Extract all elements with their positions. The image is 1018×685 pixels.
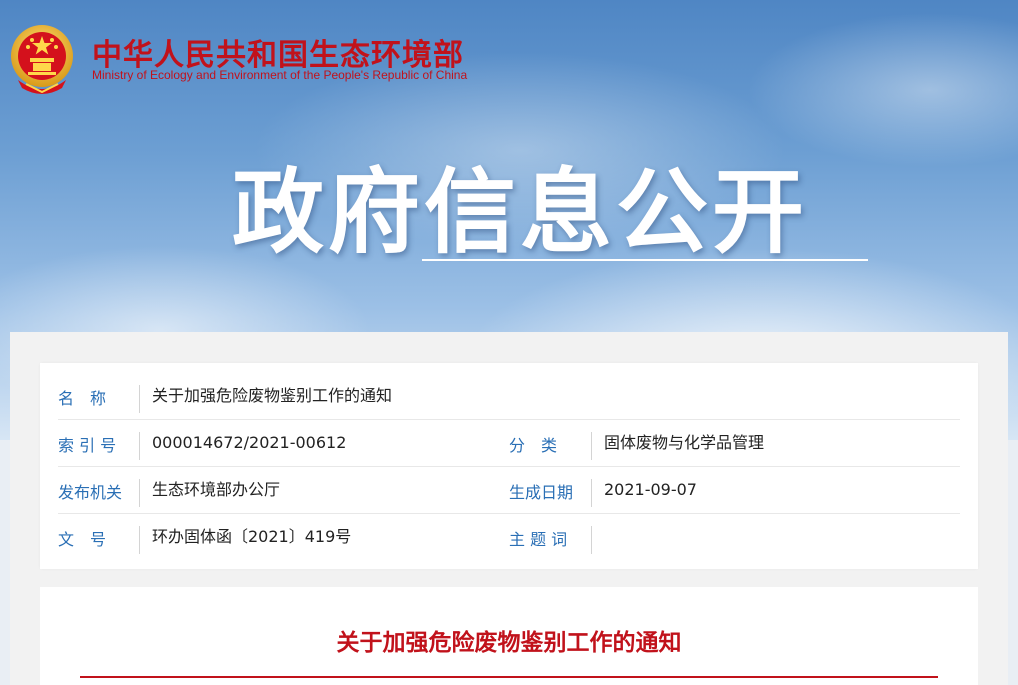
index-value: 000014672/2021-00612 bbox=[152, 433, 347, 452]
doc-number-value: 环办固体函〔2021〕419号 bbox=[152, 527, 352, 546]
article-card: 关于加强危险废物鉴别工作的通知 bbox=[40, 587, 978, 685]
metadata-row-docno: 文 号 环办固体函〔2021〕419号 主 题 词 bbox=[58, 514, 960, 560]
divider bbox=[591, 432, 592, 460]
index-label: 索 引 号 bbox=[58, 436, 117, 455]
category-value: 固体废物与化学品管理 bbox=[604, 433, 765, 452]
keywords-label: 主 题 词 bbox=[509, 530, 568, 549]
metadata-row-name: 名 称 关于加强危险废物鉴别工作的通知 bbox=[58, 373, 960, 420]
banner-title: 政府信息公开 bbox=[232, 159, 809, 266]
date-label: 生成日期 bbox=[509, 483, 574, 502]
document-metadata-card: 名 称 关于加强危险废物鉴别工作的通知 索 引 号 000014672/2021… bbox=[40, 363, 978, 569]
article-title-rule bbox=[80, 676, 938, 678]
category-label: 分 类 bbox=[509, 436, 558, 455]
date-value: 2021-09-07 bbox=[604, 480, 697, 499]
issuer-label: 发布机关 bbox=[58, 483, 123, 502]
national-emblem-icon[interactable] bbox=[8, 22, 76, 96]
divider bbox=[139, 526, 140, 554]
issuer-value: 生态环境部办公厅 bbox=[152, 480, 281, 499]
divider bbox=[139, 432, 140, 460]
name-value: 关于加强危险废物鉴别工作的通知 bbox=[152, 386, 393, 405]
metadata-row-issuer: 发布机关 生态环境部办公厅 生成日期 2021-09-07 bbox=[58, 467, 960, 514]
name-label: 名 称 bbox=[58, 389, 107, 408]
article-title: 关于加强危险废物鉴别工作的通知 bbox=[336, 630, 682, 656]
divider bbox=[591, 526, 592, 554]
ministry-name-en[interactable]: Ministry of Ecology and Environment of t… bbox=[92, 68, 467, 82]
divider bbox=[139, 385, 140, 413]
divider bbox=[591, 479, 592, 507]
metadata-row-index: 索 引 号 000014672/2021-00612 分 类 固体废物与化学品管… bbox=[58, 420, 960, 467]
banner-title-underline bbox=[422, 259, 868, 261]
divider bbox=[139, 479, 140, 507]
doc-number-label: 文 号 bbox=[58, 530, 107, 549]
